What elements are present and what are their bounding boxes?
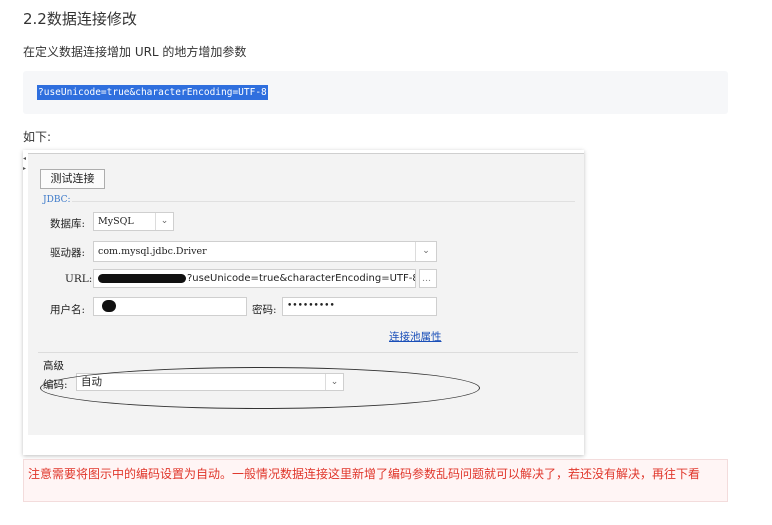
- below-label: 如下:: [23, 130, 52, 144]
- divider: [72, 201, 575, 202]
- redacted-host: [98, 273, 186, 283]
- password-label: 密码:: [252, 304, 277, 316]
- advanced-label: 高级: [43, 360, 64, 372]
- chevron-down-icon[interactable]: ⌄: [155, 213, 173, 230]
- highlight-ellipse: [40, 367, 480, 409]
- database-select[interactable]: MySQL ⌄: [93, 212, 174, 231]
- url-more-button[interactable]: ...: [419, 269, 437, 288]
- url-label: URL:: [65, 273, 93, 285]
- driver-value: com.mysql.jdbc.Driver: [98, 246, 207, 257]
- driver-label: 驱动器:: [50, 247, 86, 259]
- section-heading: 2.2数据连接修改: [23, 10, 137, 28]
- intro-text: 在定义数据连接增加 URL 的地方增加参数: [23, 45, 247, 59]
- connection-dialog-panel: 测试连接 JDBC: 数据库: MySQL ⌄ 驱动器: com.mysql.j…: [28, 153, 584, 435]
- driver-select[interactable]: com.mysql.jdbc.Driver ⌄: [93, 241, 437, 262]
- redacted-username: [102, 300, 116, 312]
- test-connection-button[interactable]: 测试连接: [40, 169, 105, 189]
- embedded-screenshot: ◂ ▸ 测试连接 JDBC: 数据库: MySQL ⌄ 驱动器: com.mysq…: [23, 150, 584, 455]
- code-block: ?useUnicode=true&characterEncoding=UTF-8: [23, 71, 728, 114]
- divider: [38, 352, 578, 353]
- username-label: 用户名:: [50, 304, 86, 316]
- database-label: 数据库:: [50, 218, 86, 230]
- code-snippet[interactable]: ?useUnicode=true&characterEncoding=UTF-8: [37, 85, 268, 100]
- note-text: 注意需要将图示中的编码设置为自动。一般情况数据连接这里新增了编码参数乱码问题就可…: [28, 467, 701, 481]
- database-value: MySQL: [98, 216, 134, 227]
- connection-pool-link[interactable]: 连接池属性: [389, 329, 442, 344]
- username-input[interactable]: [93, 297, 247, 316]
- url-input[interactable]: ?useUnicode=true&characterEncoding=UTF-8: [93, 269, 416, 288]
- chevron-down-icon[interactable]: ⌄: [415, 242, 436, 261]
- password-input[interactable]: •••••••••: [282, 297, 437, 316]
- url-value: ?useUnicode=true&characterEncoding=UTF-8: [187, 273, 416, 284]
- warning-note: 注意需要将图示中的编码设置为自动。一般情况数据连接这里新增了编码参数乱码问题就可…: [23, 459, 728, 502]
- jdbc-section-label: JDBC:: [43, 195, 71, 205]
